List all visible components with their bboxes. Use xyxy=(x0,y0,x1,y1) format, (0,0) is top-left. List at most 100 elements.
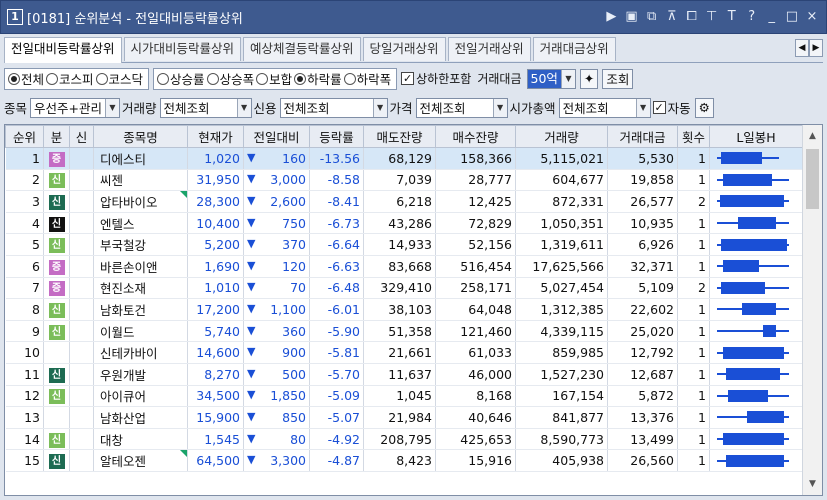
division-badge: 신 xyxy=(48,302,65,318)
play-icon[interactable]: ▶ xyxy=(605,9,617,24)
help-icon[interactable]: ? xyxy=(746,9,758,24)
direction-radio-flat[interactable]: 보합 xyxy=(256,69,292,88)
rate-cell: -6.64 xyxy=(309,233,364,256)
col-header-change[interactable]: 전일대비 xyxy=(243,125,310,148)
maximize-icon[interactable]: □ xyxy=(786,9,798,24)
link-window-icon[interactable]: ⧉ xyxy=(646,9,658,24)
price-filter-label: 가격 xyxy=(389,101,413,116)
table-row[interactable]: 14 신 대창 1,545 ▼ 80 -4.92 208,795 425,653 8,590,77… xyxy=(5,428,803,451)
scroll-up-icon[interactable]: ▲ xyxy=(803,127,822,145)
tab-open-rate[interactable]: 시가대비등락률상위 xyxy=(123,37,242,61)
tab-prev-day-rate[interactable]: 전일대비등락률상위 xyxy=(4,37,122,63)
table-row[interactable]: 5 신 부국철강 5,200 ▼ 370 -6.64 14,933 52,156 1,319,61… xyxy=(5,233,803,256)
change-value: 900 xyxy=(282,345,306,361)
close-icon[interactable]: × xyxy=(806,9,818,24)
table-row[interactable]: 13 남화산업 15,900 ▼ 850 -5.07 21,984 40,646 841,877… xyxy=(5,406,803,429)
scroll-thumb[interactable] xyxy=(806,149,819,209)
limit-include-checkbox[interactable]: ✓ 상하한포함 xyxy=(401,70,471,87)
stock-name-cell: 알테오젠 xyxy=(93,449,188,472)
direction-radio-rise-amount[interactable]: 상승폭 xyxy=(206,69,254,88)
pin-top-icon[interactable]: ⊼ xyxy=(666,9,678,24)
credit-filter-select[interactable]: 전체조회 ▼ xyxy=(279,97,388,118)
tab-expected-rate[interactable]: 예상체결등락률상위 xyxy=(243,37,361,61)
table-row[interactable]: 10 신테카바이 14,600 ▼ 900 -5.81 21,661 61,033 859,98… xyxy=(5,341,803,364)
tab-today-volume[interactable]: 당일거래상위 xyxy=(362,37,446,61)
col-header-sell-remain[interactable]: 매도잔량 xyxy=(363,125,436,148)
rank-cell: 14 xyxy=(5,428,44,451)
sparkle-settings-button[interactable]: ✦ xyxy=(579,68,599,89)
amount-select[interactable]: 50억 ▼ xyxy=(526,68,576,89)
daily-candle xyxy=(713,148,799,168)
col-header-daily-candle[interactable]: L일봉H xyxy=(709,125,803,148)
col-header-amount[interactable]: 거래대금 xyxy=(607,125,678,148)
rate-cell: -6.01 xyxy=(309,298,364,321)
col-header-rank[interactable]: 순위 xyxy=(5,125,44,148)
volume-filter-select[interactable]: 전체조회 ▼ xyxy=(159,97,252,118)
volume-cell: 872,331 xyxy=(515,190,608,213)
candle-cell xyxy=(709,169,803,192)
query-button[interactable]: 조회 xyxy=(602,68,634,89)
vertical-scrollbar[interactable]: ▲ ▼ xyxy=(802,125,822,495)
col-header-volume[interactable]: 거래량 xyxy=(515,125,608,148)
option-row: 전체 코스피 코스닥 상승률 상승폭 보합 하락률 하락폭 ✓ 상하한포함 거래대… xyxy=(4,66,823,91)
minimize-icon[interactable]: _ xyxy=(766,9,778,24)
rank-cell: 4 xyxy=(5,212,44,235)
change-cell: ▼ 80 xyxy=(243,428,310,451)
tab-scroll-right-icon[interactable]: ▶ xyxy=(809,39,823,57)
amount-cell: 6,926 xyxy=(607,233,678,256)
table-row[interactable]: 8 신 남화토건 17,200 ▼ 1,100 -6.01 38,103 64,048 1,312… xyxy=(5,298,803,321)
table-row[interactable]: 1 증 디에스티 1,020 ▼ 160 -13.56 68,129 158,366 5,115,… xyxy=(5,147,803,170)
col-header-credit[interactable]: 신 xyxy=(69,125,94,148)
tab-scroll-left-icon[interactable]: ◀ xyxy=(795,39,809,57)
change-value: 80 xyxy=(290,431,306,447)
col-header-rate[interactable]: 등락률 xyxy=(309,125,364,148)
division-cell: 신 xyxy=(43,363,70,386)
direction-radio-fall-rate[interactable]: 하락률 xyxy=(294,69,342,88)
radio-dot-icon xyxy=(95,72,108,85)
scroll-down-icon[interactable]: ▼ xyxy=(803,475,822,493)
tab-trade-amount[interactable]: 거래대금상위 xyxy=(532,37,616,61)
table-row[interactable]: 2 신 씨젠 31,950 ▼ 3,000 -8.58 7,039 28,777 604,677 1… xyxy=(5,169,803,192)
table-row[interactable]: 3 신 압타바이오 28,300 ▼ 2,600 -8.41 6,218 12,425 872,3… xyxy=(5,190,803,213)
division-cell xyxy=(43,341,70,364)
table-row[interactable]: 4 신 엔텔스 10,400 ▼ 750 -6.73 43,286 72,829 1,050,35… xyxy=(5,212,803,235)
col-header-buy-remain[interactable]: 매수잔량 xyxy=(435,125,516,148)
daily-candle xyxy=(713,321,799,341)
market-radio-all[interactable]: 전체 xyxy=(8,69,44,88)
col-header-division[interactable]: 분 xyxy=(43,125,70,148)
amount-cell: 26,577 xyxy=(607,190,678,213)
tab-prev-volume[interactable]: 전일거래상위 xyxy=(447,37,531,61)
price-filter-select[interactable]: 전체조회 ▼ xyxy=(415,97,508,118)
table-row[interactable]: 11 신 우원개발 8,270 ▼ 500 -5.70 11,637 46,000 1,527,2… xyxy=(5,363,803,386)
volume-cell: 841,877 xyxy=(515,406,608,429)
direction-radio-rise-rate[interactable]: 상승률 xyxy=(157,69,205,88)
auto-refresh-checkbox[interactable]: ✓ 자동 xyxy=(652,98,691,117)
table-row[interactable]: 9 신 이월드 5,740 ▼ 360 -5.90 51,358 121,460 4,339,11… xyxy=(5,320,803,343)
stock-filter-select[interactable]: 우선주+관리 ▼ xyxy=(30,97,120,118)
market-radio-kospi[interactable]: 코스피 xyxy=(46,69,94,88)
count-cell: 1 xyxy=(677,233,710,256)
change-cell: ▼ 3,000 xyxy=(243,169,310,192)
rank-cell: 13 xyxy=(5,406,44,429)
price-cell: 5,200 xyxy=(187,233,244,256)
table-row[interactable]: 15 신 알테오젠 64,500 ▼ 3,300 -4.87 8,423 15,916 405,9… xyxy=(5,449,803,472)
table-row[interactable]: 12 신 아이큐어 34,500 ▼ 1,850 -5.09 1,045 8,168 167,15… xyxy=(5,385,803,408)
price-cell: 10,400 xyxy=(187,212,244,235)
always-on-top-icon[interactable]: ⊤ xyxy=(706,9,718,24)
screen-icon[interactable]: ▣ xyxy=(625,9,637,24)
col-header-count[interactable]: 횟수 xyxy=(677,125,710,148)
direction-radio-fall-amount[interactable]: 하락폭 xyxy=(343,69,391,88)
col-header-name[interactable]: 종목명 xyxy=(93,125,188,148)
market-radio-kosdaq[interactable]: 코스닥 xyxy=(95,69,143,88)
candle-body xyxy=(763,325,776,338)
table-row[interactable]: 6 증 바른손이앤 1,690 ▼ 120 -6.63 83,668 516,454 17,625… xyxy=(5,255,803,278)
settings-button[interactable]: ⚙ xyxy=(694,97,714,118)
amount-cell: 12,792 xyxy=(607,341,678,364)
rate-cell: -5.70 xyxy=(309,363,364,386)
col-header-price[interactable]: 현재가 xyxy=(187,125,244,148)
amount-value: 50억 xyxy=(527,69,561,88)
font-size-icon[interactable]: T xyxy=(726,9,738,24)
copy-window-icon[interactable]: ⧠ xyxy=(686,9,698,24)
market-cap-filter-select[interactable]: 전체조회 ▼ xyxy=(558,97,651,118)
table-row[interactable]: 7 증 현진소재 1,010 ▼ 70 -6.48 329,410 258,171 5,027,4… xyxy=(5,277,803,300)
